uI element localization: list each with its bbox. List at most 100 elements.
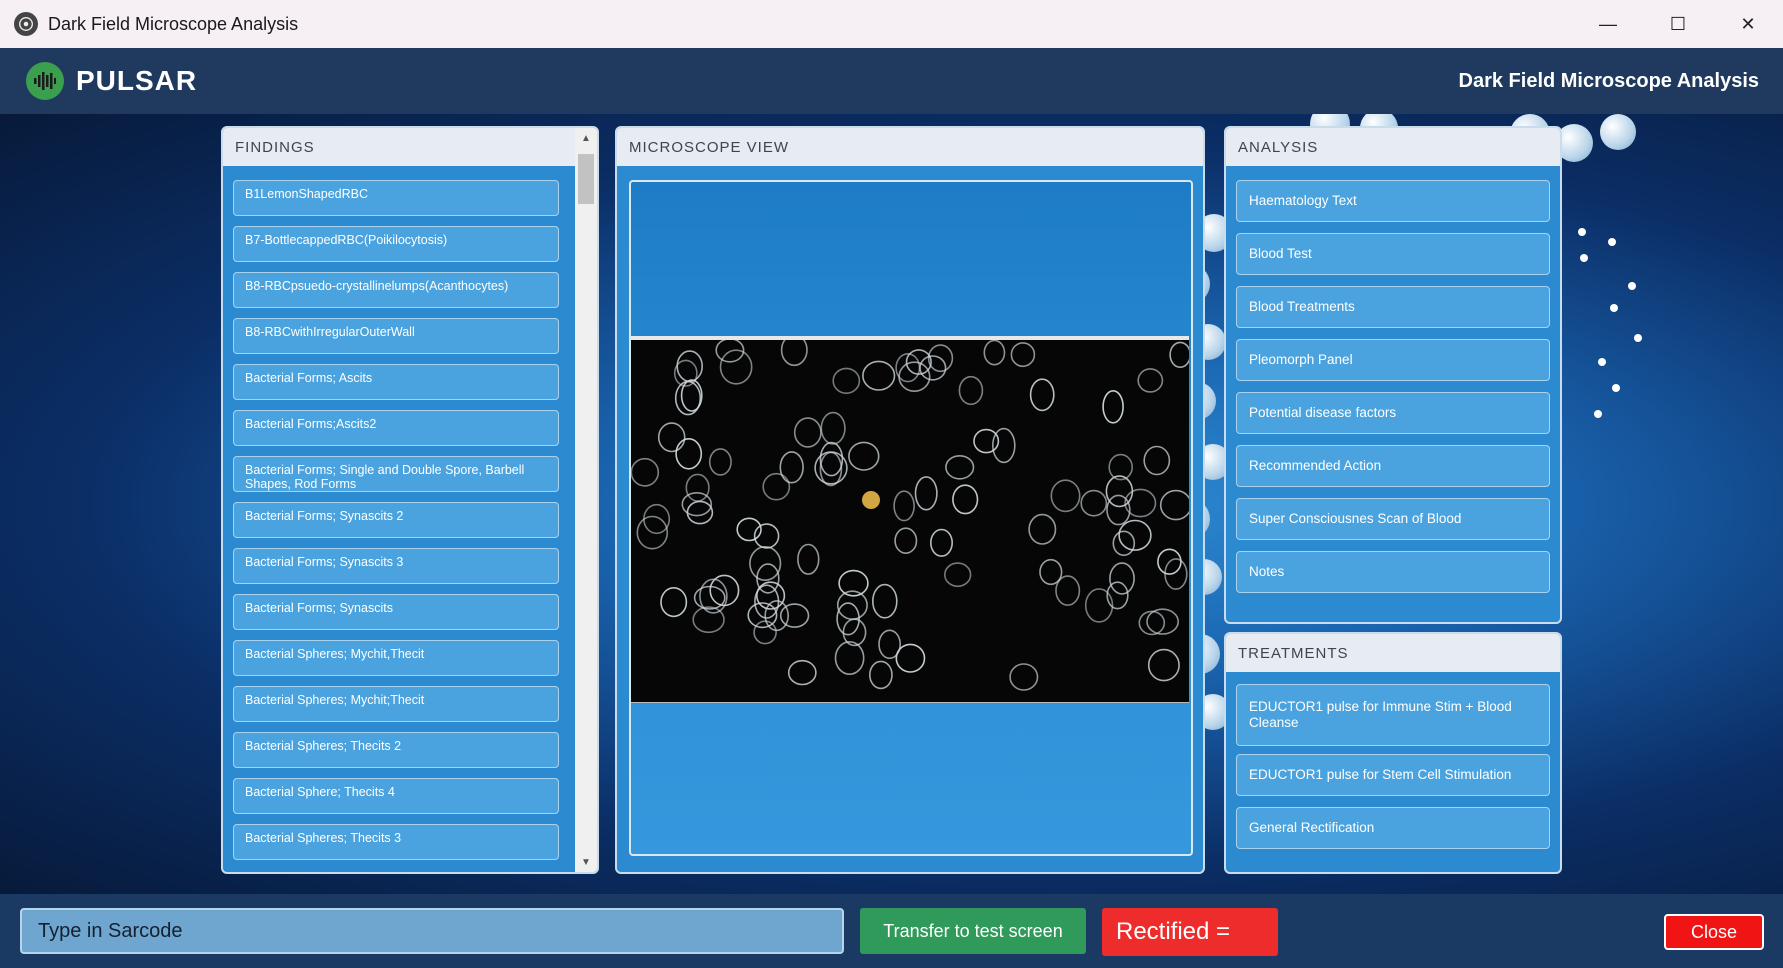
finding-item[interactable]: Bacterial Spheres; Thecits 3 <box>233 824 559 860</box>
blood-cell <box>675 438 703 470</box>
scroll-thumb[interactable] <box>578 154 594 204</box>
app-icon <box>14 12 38 36</box>
finding-item[interactable]: Bacterial Spheres; Mychit;Thecit <box>233 686 559 722</box>
brand-name: PULSAR <box>76 65 198 96</box>
treatment-item[interactable]: General Rectification <box>1236 807 1550 849</box>
blood-cell <box>819 451 843 487</box>
finding-item[interactable]: B8-RBCpsuedo-crystallinelumps(Acanthocyt… <box>233 272 559 308</box>
blood-cell <box>787 659 817 686</box>
rectified-button[interactable]: Rectified = <box>1102 908 1278 956</box>
blood-cell <box>676 350 704 383</box>
blood-cell <box>1147 648 1180 682</box>
blood-cell <box>630 457 660 487</box>
blood-cell <box>749 546 782 582</box>
blood-cell <box>983 339 1006 366</box>
sarcode-input[interactable]: Type in Sarcode <box>20 908 844 954</box>
window-title: Dark Field Microscope Analysis <box>48 13 299 34</box>
blood-cell <box>1029 378 1055 412</box>
analysis-item[interactable]: Pleomorph Panel <box>1236 339 1550 381</box>
blood-cell <box>643 503 671 535</box>
blood-cell <box>929 528 953 557</box>
blood-cell <box>1124 488 1157 518</box>
window-titlebar: Dark Field Microscope Analysis — ☐ ✕ <box>0 0 1783 49</box>
blood-cell <box>1143 445 1171 476</box>
blood-cell <box>952 484 979 515</box>
microscope-panel: MICROSCOPE VIEW <box>615 126 1205 874</box>
finding-item[interactable]: B8-RBCwithIrregularOuterWall <box>233 318 559 354</box>
findings-panel: FINDINGS B1LemonShapedRBC B7-Bottlecapped… <box>221 126 599 874</box>
analysis-item[interactable]: Super Consciousnes Scan of Blood <box>1236 498 1550 540</box>
main-stage: FINDINGS B1LemonShapedRBC B7-Bottlecapped… <box>0 114 1783 894</box>
blood-cell <box>660 587 688 618</box>
blood-cell <box>1055 575 1081 606</box>
blood-cell <box>1080 489 1108 517</box>
blood-cell <box>1050 479 1081 513</box>
microscope-image <box>630 333 1192 703</box>
findings-scrollbar[interactable]: ▲ ▼ <box>575 128 597 872</box>
blood-cell <box>1109 562 1135 595</box>
treatment-item[interactable]: EDUCTOR1 pulse for Stem Cell Stimulation <box>1236 754 1550 796</box>
blood-cell <box>914 476 938 511</box>
close-window-button[interactable]: ✕ <box>1713 0 1783 48</box>
finding-item[interactable]: Bacterial Forms;Ascits2 <box>233 410 559 446</box>
close-button[interactable]: Close <box>1664 914 1764 950</box>
treatments-heading: TREATMENTS <box>1226 634 1560 672</box>
blood-cell <box>1146 608 1180 635</box>
blood-cell <box>893 490 915 522</box>
maximize-button[interactable]: ☐ <box>1643 0 1713 48</box>
transfer-button[interactable]: Transfer to test screen <box>860 908 1086 954</box>
scroll-up-icon[interactable]: ▲ <box>575 128 597 148</box>
finding-item[interactable]: Bacterial Spheres; Mychit,Thecit <box>233 640 559 676</box>
analysis-item[interactable]: Blood Test <box>1236 233 1550 275</box>
finding-item[interactable]: Bacterial Spheres; Thecits 2 <box>233 732 559 768</box>
analysis-heading: ANALYSIS <box>1226 128 1560 166</box>
blood-cell <box>944 562 972 588</box>
blood-cell <box>708 448 732 476</box>
blood-cell <box>1102 390 1124 424</box>
finding-item[interactable]: Bacterial Forms; Synascits 2 <box>233 502 559 538</box>
blood-cell <box>973 428 1000 454</box>
findings-heading: FINDINGS <box>223 128 597 166</box>
blood-cell <box>862 360 896 391</box>
treatment-item[interactable]: EDUCTOR1 pulse for Immune Stim + Blood C… <box>1236 684 1550 746</box>
blood-cell <box>779 603 810 628</box>
blood-cell <box>686 500 714 525</box>
blood-cell <box>685 473 710 502</box>
finding-item[interactable]: Bacterial Sphere; Thecits 4 <box>233 778 559 814</box>
finding-item[interactable]: Bacterial Forms; Synascits 3 <box>233 548 559 584</box>
finding-item[interactable]: Bacterial Forms; Ascits <box>233 364 559 400</box>
window-controls: — ☐ ✕ <box>1573 0 1783 48</box>
blood-cell <box>832 367 861 394</box>
blood-cell <box>834 640 865 675</box>
microscope-heading: MICROSCOPE VIEW <box>617 128 1203 166</box>
scroll-down-icon[interactable]: ▼ <box>575 852 597 872</box>
finding-item[interactable]: B7-BottlecappedRBC(Poikilocytosis) <box>233 226 559 262</box>
blood-cell <box>894 527 918 554</box>
finding-item[interactable]: B1LemonShapedRBC <box>233 180 559 216</box>
blood-cell <box>958 375 984 406</box>
analysis-item[interactable]: Recommended Action <box>1236 445 1550 487</box>
blood-cell <box>1118 519 1152 551</box>
treatments-panel: TREATMENTS EDUCTOR1 pulse for Immune Sti… <box>1224 632 1562 874</box>
blood-cell <box>1169 341 1192 368</box>
blood-cell <box>820 411 846 445</box>
analysis-item[interactable]: Haematology Text <box>1236 180 1550 222</box>
blood-cell <box>779 451 804 484</box>
blood-cell <box>1028 513 1057 545</box>
blood-cell <box>793 417 822 448</box>
blood-cell <box>1137 368 1164 393</box>
finding-item[interactable]: Bacterial Forms; Single and Double Spore… <box>233 456 559 492</box>
blood-cell <box>1159 489 1192 521</box>
highlighted-cell <box>862 491 880 509</box>
analysis-panel: ANALYSIS Haematology Text Blood Test Blood… <box>1224 126 1562 624</box>
finding-item[interactable]: Bacterial Forms; Synascits <box>233 594 559 630</box>
blood-cell <box>1084 588 1114 623</box>
blood-cell <box>872 583 898 619</box>
blood-cell <box>657 422 686 453</box>
analysis-item[interactable]: Potential disease factors <box>1236 392 1550 434</box>
minimize-button[interactable]: — <box>1573 0 1643 48</box>
analysis-item[interactable]: Notes <box>1236 551 1550 593</box>
blood-cell <box>762 472 791 501</box>
analysis-item[interactable]: Blood Treatments <box>1236 286 1550 328</box>
blood-cell <box>945 455 975 480</box>
